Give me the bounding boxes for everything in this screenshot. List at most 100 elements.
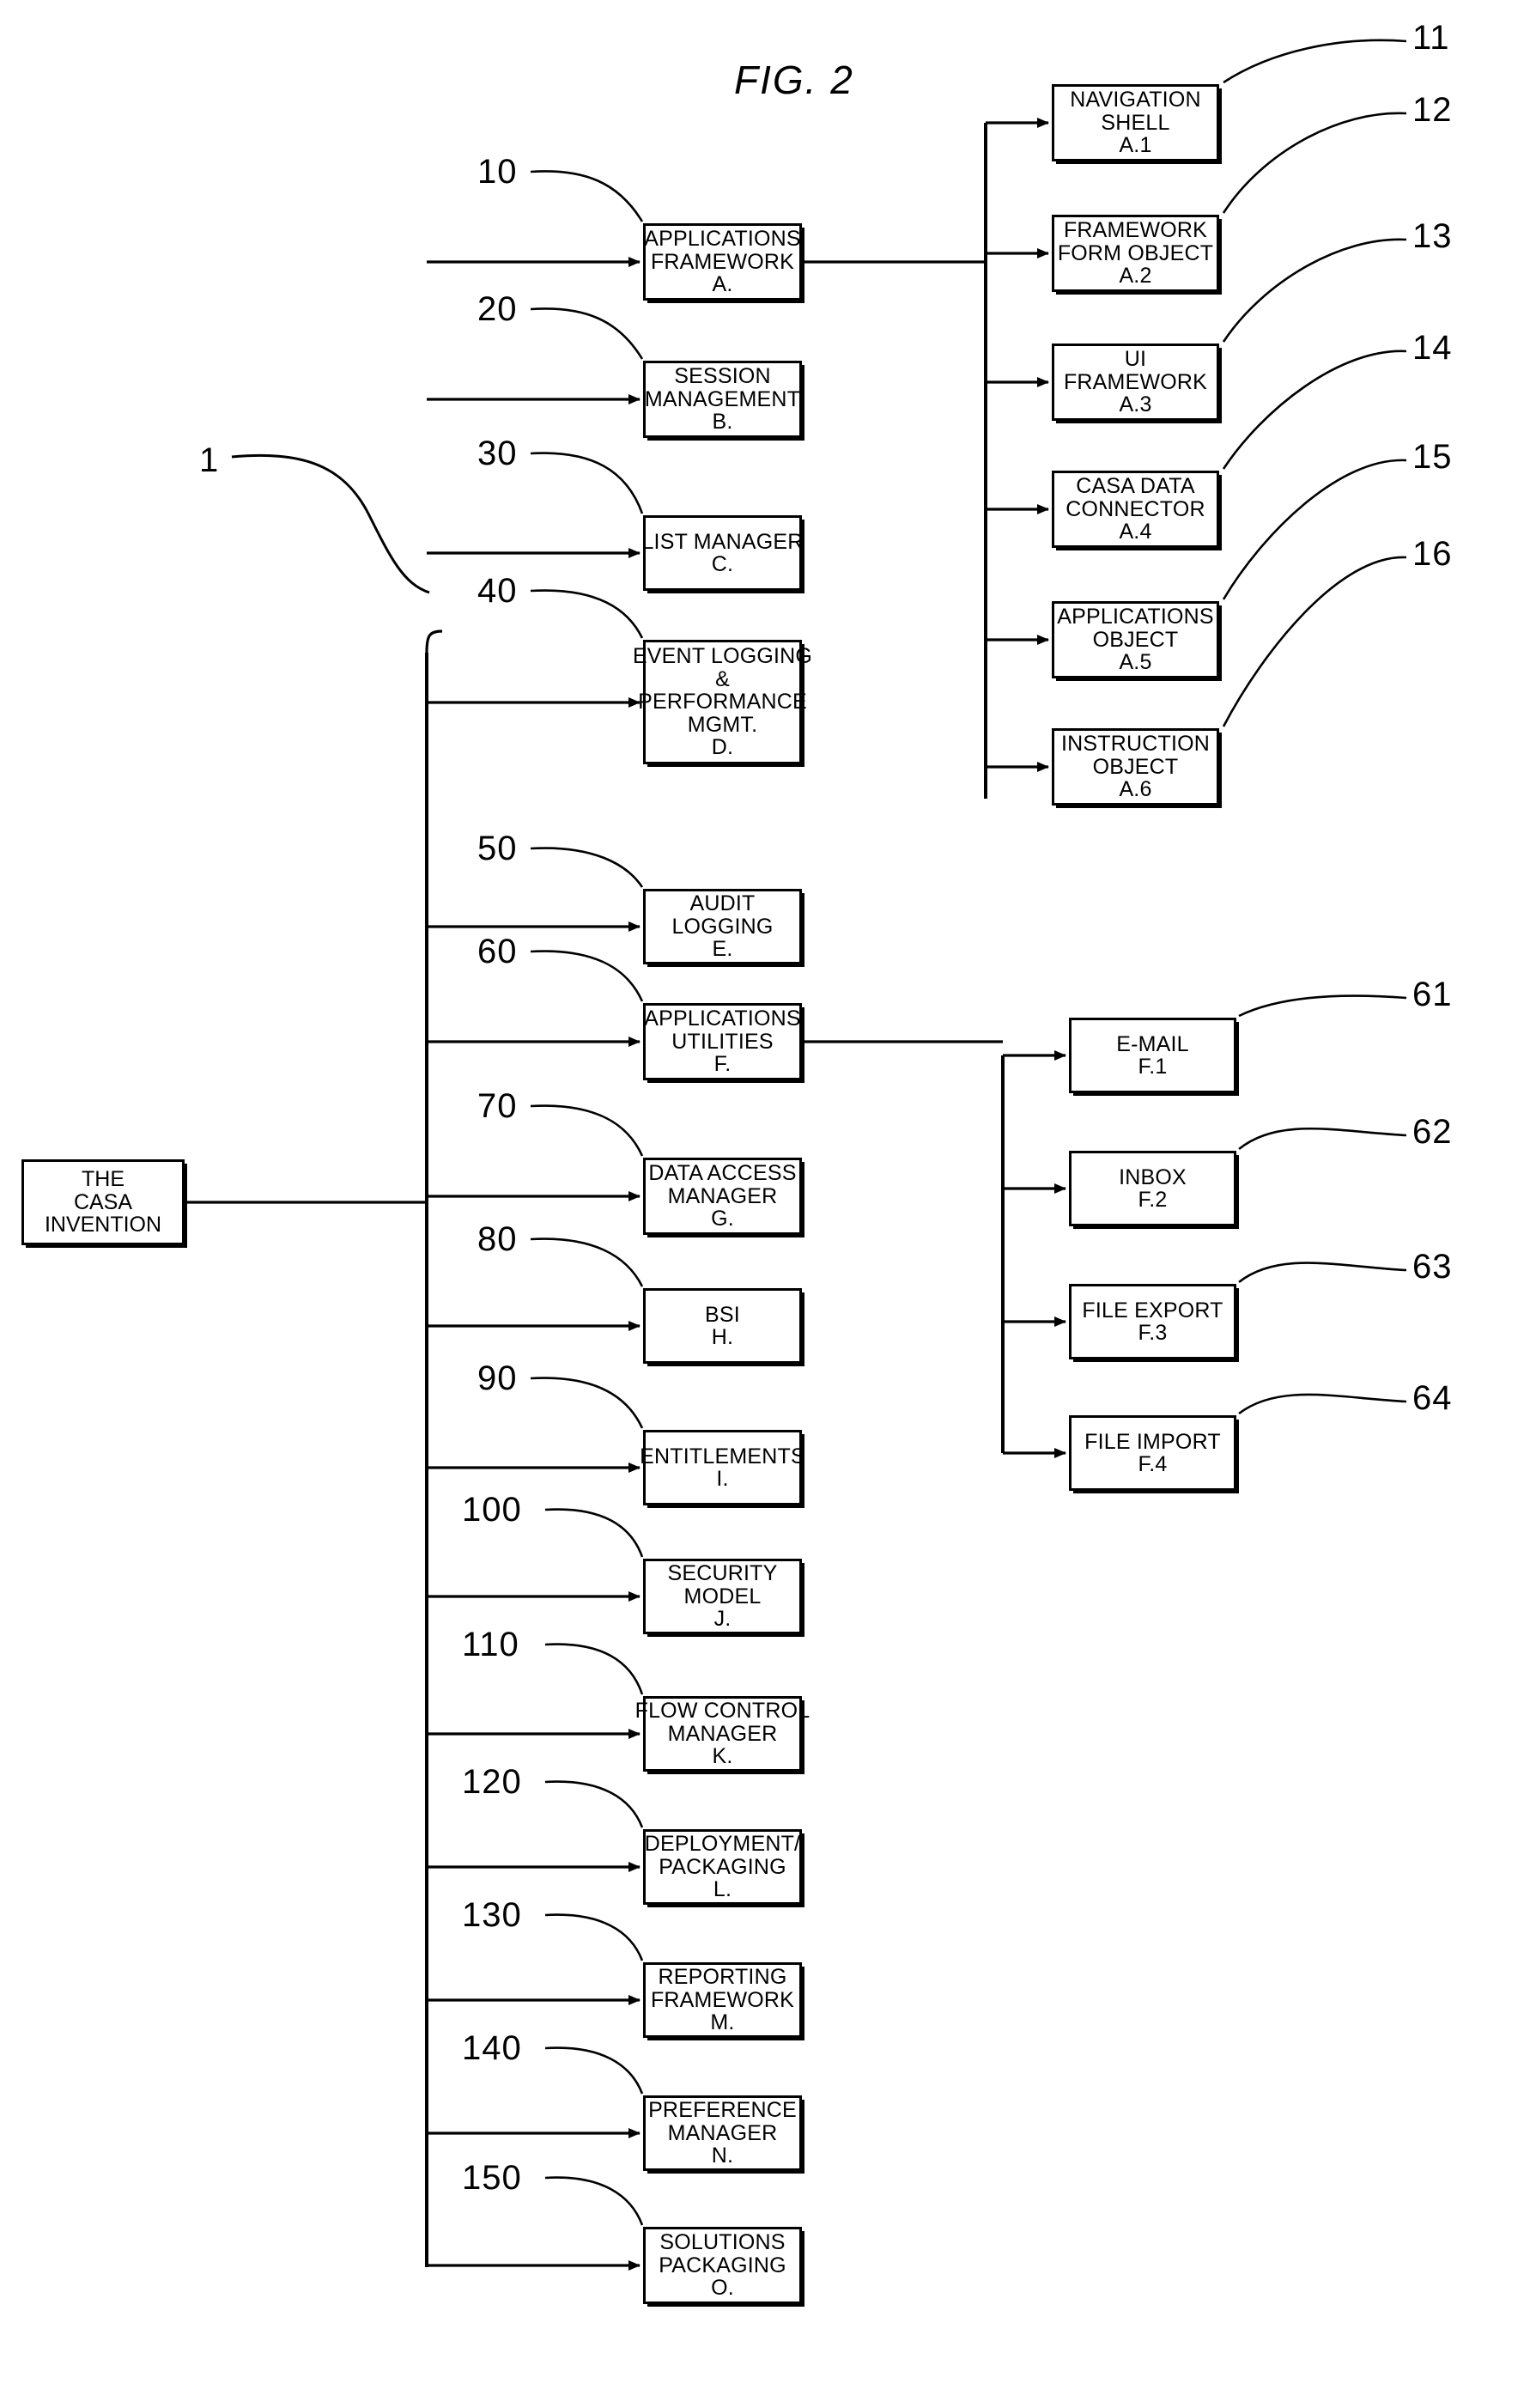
ref-label-80: 80	[477, 1220, 518, 1258]
ref-label-70: 70	[477, 1087, 518, 1125]
node-line: OBJECT	[1092, 754, 1179, 779]
node-applications-object[interactable]: APPLICATIONS OBJECT A.5	[1052, 601, 1219, 678]
node-line: DATA ACCESS	[648, 1161, 797, 1186]
node-line: BSI	[705, 1302, 740, 1327]
node-line: &	[715, 666, 730, 691]
node-flow-control-manager[interactable]: FLOW CONTROL MANAGER K.	[635, 1696, 810, 1772]
node-line: INBOX	[1119, 1164, 1187, 1189]
node-line: FRAMEWORK	[1063, 369, 1208, 394]
node-framework-form-object[interactable]: FRAMEWORK FORM OBJECT A.2	[1052, 215, 1219, 292]
node-file-import[interactable]: FILE IMPORT F.4	[1069, 1415, 1236, 1491]
node-line: F.3	[1138, 1321, 1168, 1345]
node-bsi[interactable]: BSI H.	[643, 1288, 802, 1364]
node-list-manager[interactable]: LIST MANAGER C.	[641, 515, 804, 591]
node-line: MANAGER	[667, 1183, 778, 1208]
node-line: E.	[712, 937, 733, 962]
node-line: REPORTING	[658, 1965, 787, 1990]
node-line: MANAGER	[667, 2120, 778, 2145]
ref-label-1: 1	[199, 441, 220, 479]
node-line: NAVIGATION	[1070, 88, 1201, 112]
ref-label-50: 50	[477, 830, 518, 867]
node-preference-manager[interactable]: PREFERENCE MANAGER N.	[643, 2095, 802, 2171]
ref-label-20: 20	[477, 290, 518, 328]
node-security-model[interactable]: SECURITY MODEL J.	[643, 1559, 802, 1634]
ref-label-100: 100	[462, 1491, 522, 1529]
node-line: E-MAIL	[1116, 1031, 1189, 1056]
node-line: F.4	[1138, 1452, 1168, 1476]
node-line: PACKAGING	[659, 2253, 786, 2277]
node-data-access-manager[interactable]: DATA ACCESS MANAGER G.	[643, 1158, 802, 1235]
node-line: LIST MANAGER	[641, 529, 804, 554]
node-inbox[interactable]: INBOX F.2	[1069, 1151, 1236, 1226]
node-line: PREFERENCE	[648, 2098, 797, 2123]
node-applications-framework[interactable]: APPLICATIONS FRAMEWORK A.	[643, 223, 802, 301]
node-instruction-object[interactable]: INSTRUCTION OBJECT A.6	[1052, 728, 1219, 806]
ref-label-15: 15	[1412, 438, 1453, 476]
node-navigation-shell[interactable]: NAVIGATION SHELL A.1	[1052, 84, 1219, 161]
node-line: EVENT LOGGING	[632, 644, 813, 669]
node-entitlements[interactable]: ENTITLEMENTS I.	[640, 1430, 805, 1505]
node-line: FLOW CONTROL	[634, 1699, 810, 1724]
figure-title: FIG. 2	[734, 58, 854, 102]
ref-label-140: 140	[462, 2029, 522, 2067]
node-line: LOGGING	[671, 914, 774, 939]
node-line: A.6	[1119, 777, 1152, 802]
node-line: AUDIT	[689, 891, 756, 916]
node-line: A.	[712, 272, 733, 297]
node-the-casa-invention[interactable]: THE CASA INVENTION	[21, 1159, 185, 1245]
node-line: FRAMEWORK	[650, 249, 795, 274]
node-line: C.	[711, 552, 734, 576]
node-line: FORM OBJECT	[1057, 240, 1214, 265]
node-line: N.	[711, 2143, 734, 2168]
node-event-logging-performance-mgmt[interactable]: EVENT LOGGING & PERFORMANCE MGMT. D.	[633, 640, 812, 764]
node-line: A.2	[1119, 264, 1152, 289]
ref-label-90: 90	[477, 1359, 518, 1397]
node-e-mail[interactable]: E-MAIL F.1	[1069, 1018, 1236, 1093]
ref-label-150: 150	[462, 2159, 522, 2197]
node-line: A.1	[1119, 133, 1152, 158]
ref-label-14: 14	[1412, 329, 1453, 367]
ref-label-11: 11	[1412, 19, 1450, 57]
ref-label-130: 130	[462, 1896, 522, 1934]
node-session-management[interactable]: SESSION MANAGEMENT B.	[643, 361, 802, 438]
node-line: FRAMEWORK	[650, 1987, 795, 2012]
ref-label-63: 63	[1412, 1248, 1453, 1286]
node-deployment-packaging[interactable]: DEPLOYMENT/ PACKAGING L.	[643, 1829, 802, 1905]
node-line: L.	[713, 1877, 732, 1902]
ref-label-40: 40	[477, 572, 518, 610]
node-line: F.1	[1138, 1055, 1168, 1079]
node-ui-framework[interactable]: UI FRAMEWORK A.3	[1052, 344, 1219, 421]
node-reporting-framework[interactable]: REPORTING FRAMEWORK M.	[643, 1962, 802, 2038]
ref-label-64: 64	[1412, 1379, 1453, 1417]
node-line: FILE IMPORT	[1084, 1429, 1221, 1454]
node-file-export[interactable]: FILE EXPORT F.3	[1069, 1284, 1236, 1359]
node-line: F.2	[1138, 1188, 1168, 1212]
node-line: CASA DATA	[1076, 474, 1195, 499]
node-line: UTILITIES	[671, 1029, 774, 1054]
node-line: INSTRUCTION	[1060, 732, 1211, 757]
node-line: PERFORMANCE	[638, 690, 807, 714]
node-audit-logging[interactable]: AUDIT LOGGING E.	[643, 889, 802, 964]
ref-label-61: 61	[1412, 976, 1453, 1013]
node-line: UI	[1124, 347, 1147, 372]
node-applications-utilities[interactable]: APPLICATIONS UTILITIES F.	[643, 1003, 802, 1080]
ref-label-62: 62	[1412, 1113, 1453, 1151]
node-line: F.	[713, 1052, 732, 1077]
node-line: MANAGER	[667, 1721, 778, 1746]
ref-label-120: 120	[462, 1763, 522, 1801]
node-line: FILE EXPORT	[1082, 1298, 1223, 1323]
node-line: FRAMEWORK	[1063, 218, 1208, 243]
ref-label-60: 60	[477, 933, 518, 970]
node-solutions-packaging[interactable]: SOLUTIONS PACKAGING O.	[643, 2227, 802, 2304]
node-line: ENTITLEMENTS	[640, 1444, 805, 1469]
ref-label-110: 110	[462, 1626, 519, 1663]
ref-label-12: 12	[1412, 91, 1453, 129]
node-line: SHELL	[1101, 110, 1170, 135]
node-casa-data-connector[interactable]: CASA DATA CONNECTOR A.4	[1052, 471, 1219, 548]
node-line: OBJECT	[1092, 627, 1179, 652]
node-line: A.4	[1119, 520, 1152, 544]
ref-label-16: 16	[1412, 535, 1453, 573]
node-line: MODEL	[683, 1584, 762, 1608]
node-line: CASA	[73, 1189, 133, 1214]
node-line: MANAGEMENT	[644, 386, 801, 411]
